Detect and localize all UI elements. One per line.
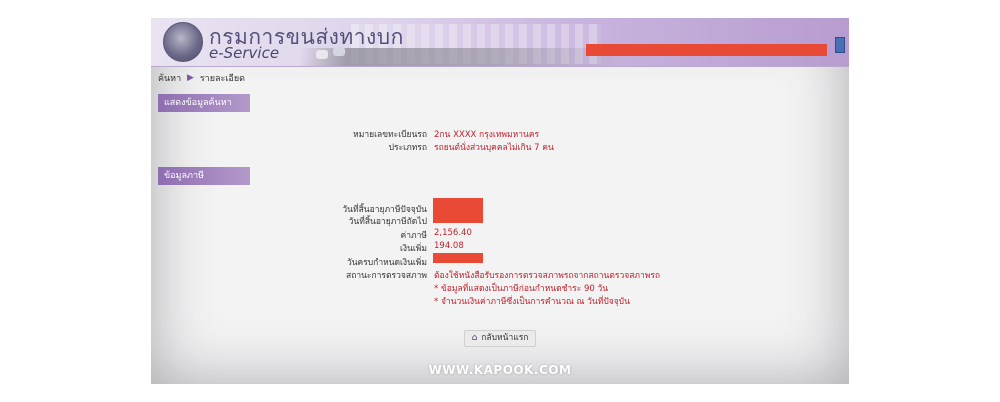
surcharge-due-label: วันครบกำหนดเงินเพิ่ม	[346, 258, 427, 268]
breadcrumb: ค้นหา ▶ รายละเอียด	[158, 71, 245, 85]
tax-value: 2,156.40	[434, 228, 472, 238]
dlt-seal-logo[interactable]	[163, 22, 203, 62]
section-tax-info: ข้อมูลภาษี	[158, 167, 250, 185]
home-icon: ⌂	[471, 333, 478, 343]
section-search-info: แสดงข้อมูลค้นหา	[158, 94, 250, 112]
watermark: WWW.KAPOOK.COM	[428, 363, 572, 377]
redacted-user-info	[586, 44, 827, 56]
site-subtitle: e-Service	[209, 44, 280, 62]
back-home-button[interactable]: ⌂ กลับหน้าแรก	[464, 330, 536, 347]
back-home-label: กลับหน้าแรก	[481, 333, 529, 343]
note-tax-period: * ข้อมูลที่แสดงเป็นภาษีก่อนกำหนดชำระ 90 …	[434, 284, 609, 294]
header-banner: กรมการขนส่งทางบก e-Service	[151, 18, 849, 67]
vehicle-type-label: ประเภทรถ	[388, 143, 427, 153]
page-frame: กรมการขนส่งทางบก e-Service ค้นหา ▶ รายละ…	[151, 18, 849, 384]
exit-icon[interactable]	[835, 37, 845, 53]
note-calculation: * จำนวนเงินค่าภาษีซึ่งเป็นการคำนวณ ณ วัน…	[434, 297, 630, 307]
vehicle-type-value: รถยนต์นั่งส่วนบุคคลไม่เกิน 7 คน	[434, 143, 554, 153]
redacted-expiry-dates	[433, 198, 483, 223]
next-expiry-label: วันที่สิ้นอายุภาษีถัดไป	[348, 217, 427, 227]
plate-value: 2กน XXXX กรุงเทพมหานคร	[434, 130, 540, 140]
tax-label: ค่าภาษี	[400, 231, 427, 241]
redacted-surcharge-due	[433, 253, 483, 263]
plate-label: หมายเลขทะเบียนรถ	[353, 130, 427, 140]
breadcrumb-search-link[interactable]: ค้นหา	[158, 71, 181, 85]
breadcrumb-arrow-icon: ▶	[187, 73, 194, 83]
surcharge-label: เงินเพิ่ม	[400, 244, 427, 254]
surcharge-value: 194.08	[434, 241, 464, 251]
inspection-value: ต้องใช้หนังสือรับรองการตรวจสภาพรถจากสถาน…	[434, 271, 661, 281]
breadcrumb-current: รายละเอียด	[199, 74, 245, 84]
inspection-label: สถานะการตรวจสภาพ	[346, 271, 427, 281]
